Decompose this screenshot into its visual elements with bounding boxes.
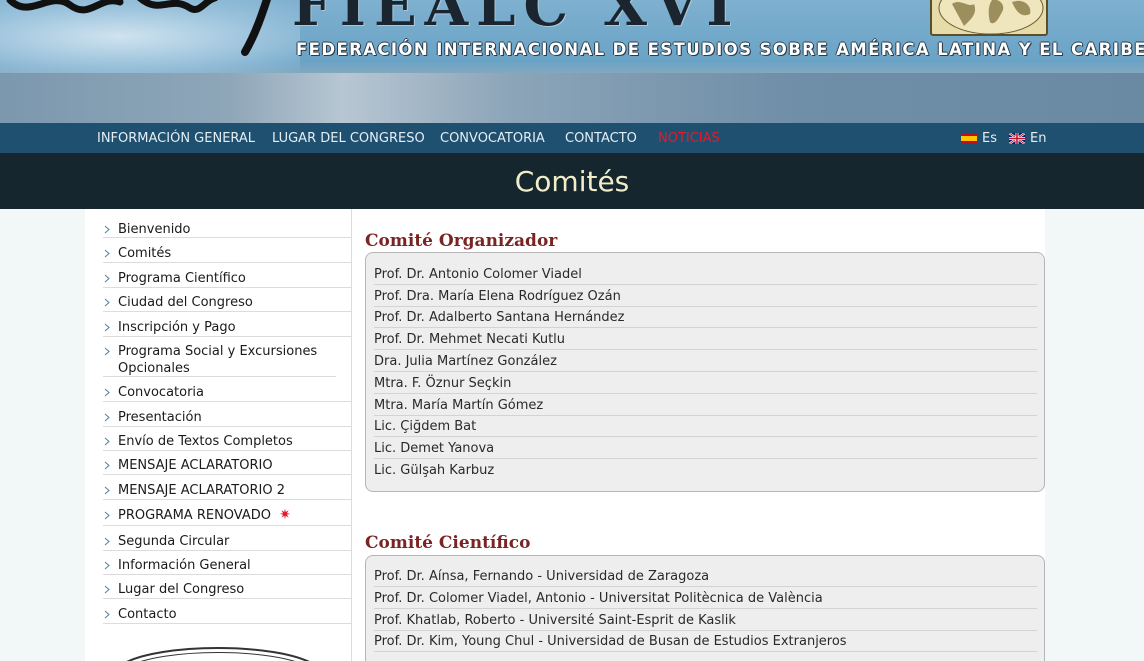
bullet-icon [104, 437, 110, 446]
sidebar-item-label: MENSAJE ACLARATORIO [118, 458, 273, 473]
language-es-label: Es [982, 131, 997, 146]
member-row: Mtra. F. Öznur Seçkin [374, 375, 1037, 394]
sidebar-item-comites[interactable]: Comités [103, 245, 352, 263]
sidebar-item-label: Envío de Textos Completos [118, 434, 293, 449]
section-title-organizador: Comité Organizador [365, 231, 558, 251]
nav-convocatoria[interactable]: CONVOCATORIA [440, 131, 545, 146]
bullet-icon [104, 561, 110, 570]
world-map-emblem [930, 0, 1048, 36]
organizador-box: Prof. Dr. Antonio Colomer Viadel Prof. D… [365, 252, 1045, 492]
bullet-icon [104, 610, 110, 619]
member-row: Prof. Dr. Kim, Young Chul - Universidad … [374, 633, 1037, 652]
nav-contacto[interactable]: CONTACTO [565, 131, 637, 146]
sidebar-item-label: Inscripción y Pago [118, 320, 236, 335]
page-title-bar: Comités [0, 153, 1144, 209]
top-navigation: INFORMACIÓN GENERAL LUGAR DEL CONGRESO C… [0, 123, 1144, 153]
member-row: Lic. Çiğdem Bat [374, 418, 1037, 437]
bullet-icon [104, 298, 110, 307]
sidebar-item-label: MENSAJE ACLARATORIO 2 [118, 483, 285, 498]
bullet-icon [104, 225, 110, 234]
new-star-icon: ✷ [279, 507, 291, 523]
section-title-cientifico: Comité Científico [365, 533, 531, 553]
sidebar-item-programa-cientifico[interactable]: Programa Científico [103, 270, 352, 288]
banner-band [0, 73, 1144, 123]
sidebar-item-label: PROGRAMA RENOVADO [118, 508, 271, 523]
sidebar-item-inscripcion-y-pago[interactable]: Inscripción y Pago [103, 319, 352, 337]
sidebar-item-label: Presentación [118, 410, 202, 425]
bullet-icon [104, 537, 110, 546]
member-row: Prof. Dr. Antonio Colomer Viadel [374, 266, 1037, 285]
page-title: Comités [514, 165, 630, 198]
world-map-icon [938, 0, 1044, 34]
bullet-icon [104, 461, 110, 470]
uk-flag-icon [1009, 133, 1025, 144]
nav-noticias[interactable]: NOTICIAS [658, 131, 720, 146]
member-row: Prof. Khatlab, Roberto - Université Sain… [374, 612, 1037, 631]
unam-logo[interactable] [118, 634, 318, 661]
bullet-icon [104, 413, 110, 422]
sidebar-item-label: Lugar del Congreso [118, 582, 245, 597]
sidebar-item-bienvenido[interactable]: Bienvenido [103, 221, 352, 238]
banner-subtitle: FEDERACIÓN INTERNACIONAL DE ESTUDIOS SOB… [296, 40, 1144, 59]
bullet-icon [104, 486, 110, 495]
cientifico-box: Prof. Dr. Aínsa, Fernando - Universidad … [365, 555, 1045, 661]
sidebar-item-presentacion[interactable]: Presentación [103, 409, 352, 427]
sidebar-item-segunda-circular[interactable]: Segunda Circular [103, 533, 352, 551]
sidebar-item-label: Contacto [118, 607, 177, 622]
header-banner: FIEALC XVI FEDERACIÓN INTERNACIONAL DE E… [0, 0, 1144, 123]
nav-informacion-general[interactable]: INFORMACIÓN GENERAL [97, 131, 255, 146]
bullet-icon [104, 274, 110, 283]
sidebar-item-mensaje-aclaratorio[interactable]: MENSAJE ACLARATORIO [103, 457, 352, 475]
sidebar-item-ciudad-del-congreso[interactable]: Ciudad del Congreso [103, 294, 352, 312]
sidebar-item-label: Bienvenido [118, 222, 191, 237]
bullet-icon [104, 249, 110, 258]
sidebar-item-contacto[interactable]: Contacto [103, 606, 352, 624]
sidebar-item-programa-social[interactable]: Programa Social y Excursiones Opcionales [103, 343, 336, 377]
member-row: Prof. Dr. Colomer Viadel, Antonio - Univ… [374, 590, 1037, 609]
bullet-icon [104, 347, 110, 356]
sidebar-item-programa-renovado[interactable]: PROGRAMA RENOVADO ✷ [103, 507, 352, 526]
language-en-label: En [1030, 131, 1047, 146]
bullet-icon [104, 511, 110, 520]
nav-lugar-del-congreso[interactable]: LUGAR DEL CONGRESO [272, 131, 425, 146]
sidebar-item-mensaje-aclaratorio-2[interactable]: MENSAJE ACLARATORIO 2 [103, 482, 352, 500]
sidebar-item-label: Información General [118, 558, 251, 573]
sidebar-item-label: Ciudad del Congreso [118, 295, 253, 310]
member-row: Prof. Dr. Adalberto Santana Hernández [374, 309, 1037, 328]
sidebar-item-label: Convocatoria [118, 385, 205, 400]
member-row: Prof. Dra. María Elena Rodríguez Ozán [374, 288, 1037, 307]
sidebar-item-informacion-general[interactable]: Información General [103, 557, 352, 575]
spain-flag-icon [961, 133, 977, 144]
language-en[interactable]: En [1009, 131, 1046, 146]
sidebar-item-label: Comités [118, 246, 172, 261]
bullet-icon [104, 585, 110, 594]
member-row: Lic. Gülşah Karbuz [374, 463, 495, 478]
member-row: Mtra. María Martín Gómez [374, 397, 1037, 416]
sidebar-item-label: Programa Social y Excursiones Opcionales [118, 344, 318, 376]
member-row: Lic. Demet Yanova [374, 440, 1037, 459]
script-logo [6, 0, 271, 56]
language-es[interactable]: Es [961, 131, 997, 146]
sidebar-item-envio-de-textos[interactable]: Envío de Textos Completos [103, 433, 352, 451]
member-row: Prof. Dr. Mehmet Necati Kutlu [374, 331, 1037, 350]
bullet-icon [104, 388, 110, 397]
banner-title: FIEALC XVI [292, 0, 741, 39]
sidebar-item-label: Programa Científico [118, 271, 246, 286]
member-row: Dra. Julia Martínez González [374, 353, 1037, 372]
member-row: Prof. Dr. Aínsa, Fernando - Universidad … [374, 568, 1037, 587]
sidebar-item-label: Segunda Circular [118, 534, 230, 549]
bullet-icon [104, 323, 110, 332]
sidebar-item-lugar-del-congreso[interactable]: Lugar del Congreso [103, 581, 352, 599]
sidebar-item-convocatoria[interactable]: Convocatoria [103, 384, 352, 402]
